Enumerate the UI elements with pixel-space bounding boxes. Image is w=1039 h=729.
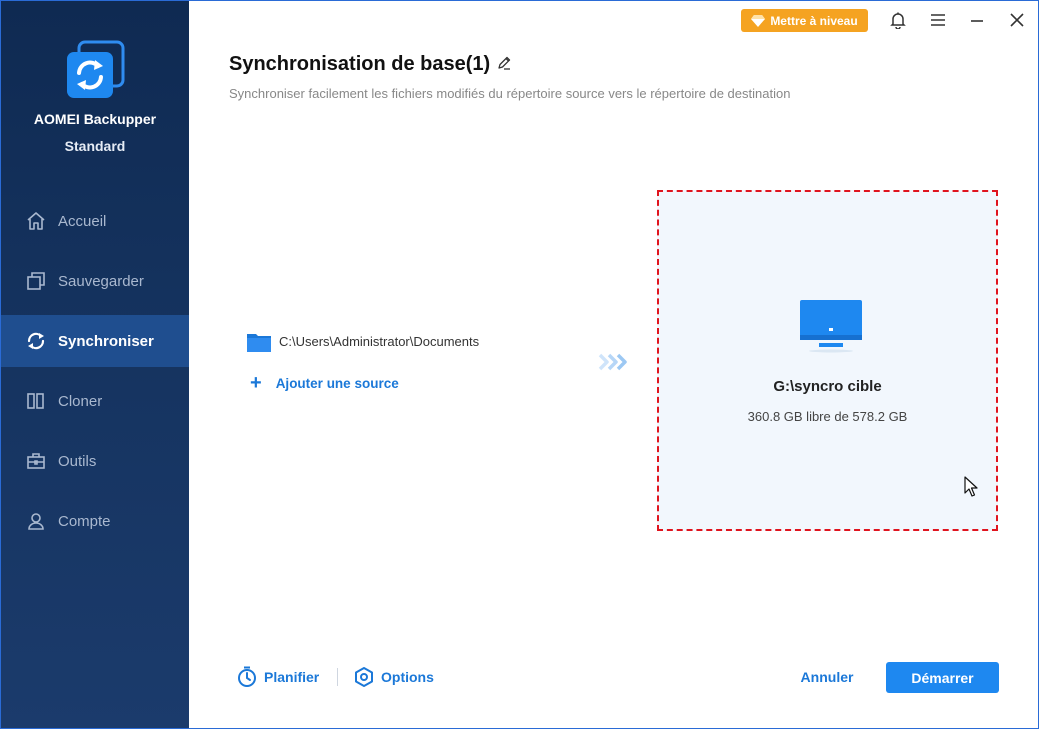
brand-name: AOMEI Backupper (33, 111, 157, 127)
sidebar-item-synchroniser[interactable]: Synchroniser (1, 315, 189, 367)
mouse-cursor-icon (964, 476, 978, 497)
source-path[interactable]: C:\Users\Administrator\Documents (279, 334, 479, 349)
diamond-icon (751, 14, 766, 27)
folder-icon (247, 334, 271, 352)
backup-icon (25, 270, 47, 292)
upgrade-button[interactable]: Mettre à niveau (741, 9, 868, 32)
menu-icon[interactable] (929, 11, 947, 29)
options-label: Options (381, 669, 434, 685)
clone-icon (25, 390, 47, 412)
minimize-icon[interactable] (968, 11, 986, 29)
sidebar-item-label: Compte (58, 512, 111, 530)
schedule-label: Planifier (264, 669, 320, 685)
options-hexagon-icon (355, 667, 373, 687)
cancel-button[interactable]: Annuler (796, 669, 858, 689)
sidebar-item-outils[interactable]: Outils (1, 435, 189, 487)
account-icon (25, 510, 47, 532)
plus-icon: + (250, 372, 262, 394)
page-title: Synchronisation de base(1) (229, 53, 491, 75)
bell-icon[interactable] (889, 11, 907, 29)
sidebar-item-label: Outils (58, 452, 97, 470)
destination-box[interactable]: G:\syncro cible 360.8 GB libre de 578.2 … (657, 190, 998, 531)
arrows-right-icon (598, 353, 627, 371)
add-source-button[interactable]: + Ajouter une source (250, 372, 399, 394)
destination-name: G:\syncro cible (773, 378, 882, 395)
sidebar-item-label: Cloner (58, 392, 103, 410)
sidebar: AOMEI Backupper Standard Accueil Sauvega… (1, 1, 189, 728)
sidebar-item-sauvegarder[interactable]: Sauvegarder (1, 255, 189, 307)
upgrade-label: Mettre à niveau (770, 13, 858, 28)
sidebar-item-cloner[interactable]: Cloner (1, 375, 189, 427)
sync-icon (25, 330, 47, 352)
edit-icon[interactable] (496, 55, 512, 71)
brand-edition: Standard (64, 138, 126, 154)
sidebar-item-label: Sauvegarder (58, 272, 144, 290)
aomei-logo-icon (67, 40, 125, 98)
add-source-label: Ajouter une source (275, 375, 399, 391)
sidebar-item-label: Synchroniser (58, 332, 154, 350)
app-window: AOMEI Backupper Standard Accueil Sauvega… (0, 0, 1039, 729)
start-button[interactable]: Démarrer (886, 662, 999, 693)
schedule-button[interactable]: Planifier (236, 666, 319, 688)
monitor-icon (800, 300, 862, 353)
sidebar-item-label: Accueil (58, 212, 107, 230)
close-icon[interactable] (1008, 11, 1026, 29)
sidebar-item-compte[interactable]: Compte (1, 495, 189, 547)
options-button[interactable]: Options (353, 666, 434, 688)
divider (337, 668, 338, 686)
home-icon (25, 210, 47, 232)
tools-icon (25, 450, 47, 472)
destination-space: 360.8 GB libre de 578.2 GB (747, 409, 908, 424)
clock-icon (238, 666, 256, 687)
sidebar-item-accueil[interactable]: Accueil (1, 195, 189, 247)
page-subtitle: Synchroniser facilement les fichiers mod… (229, 86, 791, 101)
